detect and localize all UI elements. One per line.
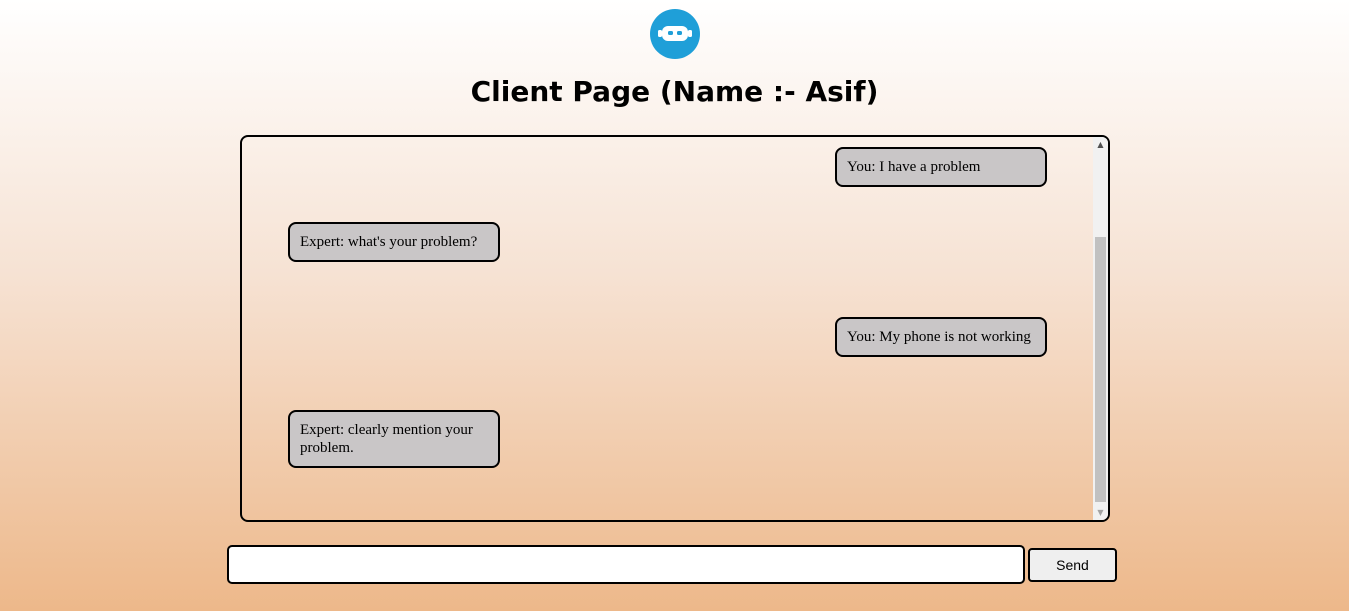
message-bubble-you: You: My phone is not working xyxy=(835,317,1047,357)
send-button[interactable]: Send xyxy=(1028,548,1117,582)
chat-scrollbar[interactable]: ▲ ▼ xyxy=(1093,137,1108,520)
scroll-thumb[interactable] xyxy=(1095,237,1106,502)
page-title: Client Page (Name :- Asif) xyxy=(470,75,879,108)
chat-window: You: I have a problem Expert: what's you… xyxy=(240,135,1110,522)
message-bubble-expert: Expert: what's your problem? xyxy=(288,222,500,262)
scroll-up-arrow-icon[interactable]: ▲ xyxy=(1093,137,1108,152)
message-input[interactable] xyxy=(227,545,1025,584)
message-bubble-you: You: I have a problem xyxy=(835,147,1047,187)
message-bubble-expert: Expert: clearly mention your problem. xyxy=(288,410,500,468)
message-list: You: I have a problem Expert: what's you… xyxy=(242,137,1092,520)
robot-logo-icon xyxy=(650,9,700,59)
scroll-down-arrow-icon[interactable]: ▼ xyxy=(1093,505,1108,520)
